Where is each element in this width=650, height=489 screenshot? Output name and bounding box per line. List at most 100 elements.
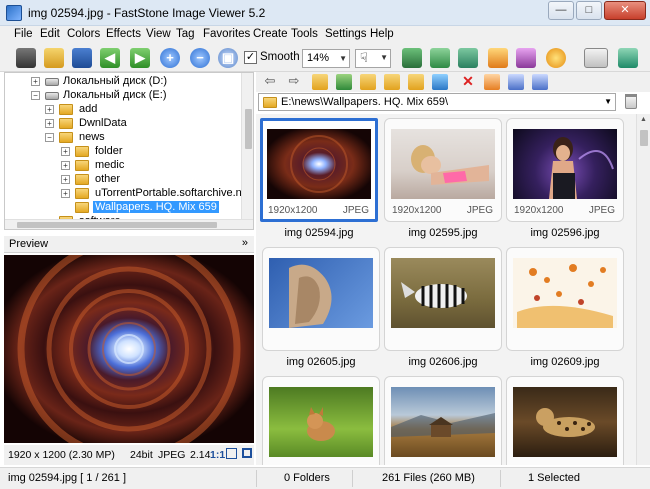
expand-icon[interactable]: + <box>61 189 70 198</box>
details-view-icon[interactable] <box>532 74 548 90</box>
thumbnail-card[interactable] <box>262 247 380 351</box>
fit-icon[interactable] <box>226 448 237 459</box>
grid-view-icon[interactable] <box>508 74 524 90</box>
thumbnail-card-selected[interactable]: 1920x1200 JPEG <box>260 118 378 222</box>
thumbnail-card[interactable]: 1920x1200 JPEG <box>506 118 624 222</box>
menu-help[interactable]: Help <box>370 28 394 40</box>
delete-icon[interactable]: ✕ <box>460 74 476 90</box>
view-mode-icon[interactable] <box>584 48 608 68</box>
preview-title: Preview <box>9 238 49 250</box>
chevron-down-icon: ▼ <box>339 54 347 63</box>
refresh-icon[interactable] <box>336 74 352 90</box>
scroll-up-icon[interactable]: ▲ <box>640 116 647 123</box>
fullscreen-icon[interactable] <box>618 48 638 68</box>
menu-edit[interactable]: Edit <box>40 28 60 40</box>
preview-header: Preview » <box>4 236 254 253</box>
folder-icon <box>263 97 277 108</box>
thumbnail-filename: img 02605.jpg <box>286 356 356 368</box>
settings-icon[interactable] <box>546 48 566 68</box>
expand-icon[interactable]: + <box>45 105 54 114</box>
collapse-icon[interactable]: − <box>31 91 40 100</box>
zoom-out-icon[interactable]: − <box>190 48 210 68</box>
trash-icon[interactable] <box>625 94 637 109</box>
collapse-icon[interactable]: − <box>45 133 54 142</box>
parent-folder-icon[interactable] <box>312 74 328 90</box>
tag-icon[interactable] <box>484 74 500 90</box>
next-image-icon[interactable]: ▶ <box>130 48 150 68</box>
browser-vertical-scrollbar[interactable]: ▲ <box>636 114 650 465</box>
zoom-in-icon[interactable]: + <box>160 48 180 68</box>
menu-colors[interactable]: Colors <box>67 28 100 40</box>
tree-item-label: news <box>79 131 105 143</box>
thumbnail-image <box>513 129 617 199</box>
menu-tag[interactable]: Tag <box>176 28 195 40</box>
fit-to-window-icon[interactable]: ▣ <box>218 48 238 68</box>
thumbnail-card[interactable] <box>384 376 502 465</box>
thumbnail-card[interactable] <box>506 376 624 465</box>
move-to-folder-icon[interactable] <box>408 74 424 90</box>
open-folder-icon[interactable] <box>44 48 64 68</box>
chevron-down-icon[interactable]: ▼ <box>604 97 612 106</box>
rename-icon[interactable] <box>432 74 448 90</box>
maximize-button[interactable]: □ <box>576 1 602 20</box>
menu-create[interactable]: Create <box>253 28 288 40</box>
thumbnail-card[interactable] <box>384 247 502 351</box>
forward-icon[interactable]: ⇨ <box>286 74 302 90</box>
scrollbar-thumb[interactable] <box>17 222 217 228</box>
scrollbar-thumb[interactable] <box>245 109 252 149</box>
chevron-down-icon: ▼ <box>380 53 388 62</box>
hand-tool-select[interactable]: ☟ ▼ <box>355 49 391 68</box>
menu-view[interactable]: View <box>146 28 171 40</box>
print-icon[interactable] <box>516 48 536 68</box>
copy-to-folder-icon[interactable] <box>384 74 400 90</box>
tree-horizontal-scrollbar[interactable] <box>5 219 253 229</box>
scrollbar-thumb[interactable] <box>640 130 648 146</box>
thumbnail-filename: img 02609.jpg <box>530 356 600 368</box>
minimize-button[interactable]: — <box>548 1 574 20</box>
tree-item-label: folder <box>95 145 123 157</box>
tree-vertical-scrollbar[interactable] <box>241 73 253 219</box>
thumbnail-format: JPEG <box>342 205 369 216</box>
expand-icon[interactable]: + <box>61 161 70 170</box>
actual-size-button[interactable]: 1:1 <box>210 449 225 461</box>
save-icon[interactable] <box>72 48 92 68</box>
thumbnail-card[interactable] <box>262 376 380 465</box>
thumbnail-image <box>513 387 617 457</box>
expand-icon[interactable]: + <box>45 119 54 128</box>
fullscreen-preview-icon[interactable] <box>242 448 252 458</box>
folder-icon <box>75 188 89 199</box>
app-icon <box>6 5 22 21</box>
menu-tools[interactable]: Tools <box>291 28 318 40</box>
thumbnail-card[interactable]: 1920x1200 JPEG <box>384 118 502 222</box>
smooth-checkbox[interactable]: ✓ <box>244 51 257 64</box>
resize-icon[interactable] <box>430 48 450 68</box>
thumbnail-format: JPEG <box>588 205 615 216</box>
expand-icon[interactable]: + <box>61 147 70 156</box>
folder-tree[interactable]: + Локальный диск (D:) − Локальный диск (… <box>4 72 254 230</box>
status-current-file: img 02594.jpg [ 1 / 261 ] <box>8 472 127 484</box>
new-folder-icon[interactable] <box>360 74 376 90</box>
tree-item-label: add <box>79 103 98 115</box>
collapse-icon[interactable]: » <box>242 237 248 249</box>
menu-file[interactable]: File <box>14 28 33 40</box>
expand-icon[interactable]: + <box>61 175 70 184</box>
close-button[interactable]: ✕ <box>604 1 646 20</box>
zoom-select[interactable]: 14% ▼ <box>302 49 350 68</box>
expand-icon[interactable]: + <box>31 77 40 86</box>
menu-settings[interactable]: Settings <box>325 28 367 40</box>
thumbnail-browser[interactable]: 1920x1200 JPEG img 02594.jpg 1920x1200 J… <box>256 114 650 465</box>
address-bar[interactable]: E:\news\Wallpapers. HQ. Mix 659\ ▼ <box>258 93 616 111</box>
tunnel-thumbnail <box>267 129 371 199</box>
camera-icon[interactable] <box>16 48 36 68</box>
main-toolbar: ◀ ▶ + − ▣ ✓ Smooth 14% ▼ ☟ ▼ <box>0 44 650 72</box>
email-icon[interactable] <box>488 48 508 68</box>
thumbnail-card[interactable] <box>506 247 624 351</box>
compare-icon[interactable] <box>458 48 478 68</box>
menu-favorites[interactable]: Favorites <box>203 28 250 40</box>
folder-open-icon <box>59 132 73 143</box>
back-icon[interactable]: ⇦ <box>262 74 278 90</box>
previous-image-icon[interactable]: ◀ <box>100 48 120 68</box>
address-path: E:\news\Wallpapers. HQ. Mix 659\ <box>281 96 449 108</box>
slideshow-icon[interactable] <box>402 48 422 68</box>
menu-effects[interactable]: Effects <box>106 28 141 40</box>
